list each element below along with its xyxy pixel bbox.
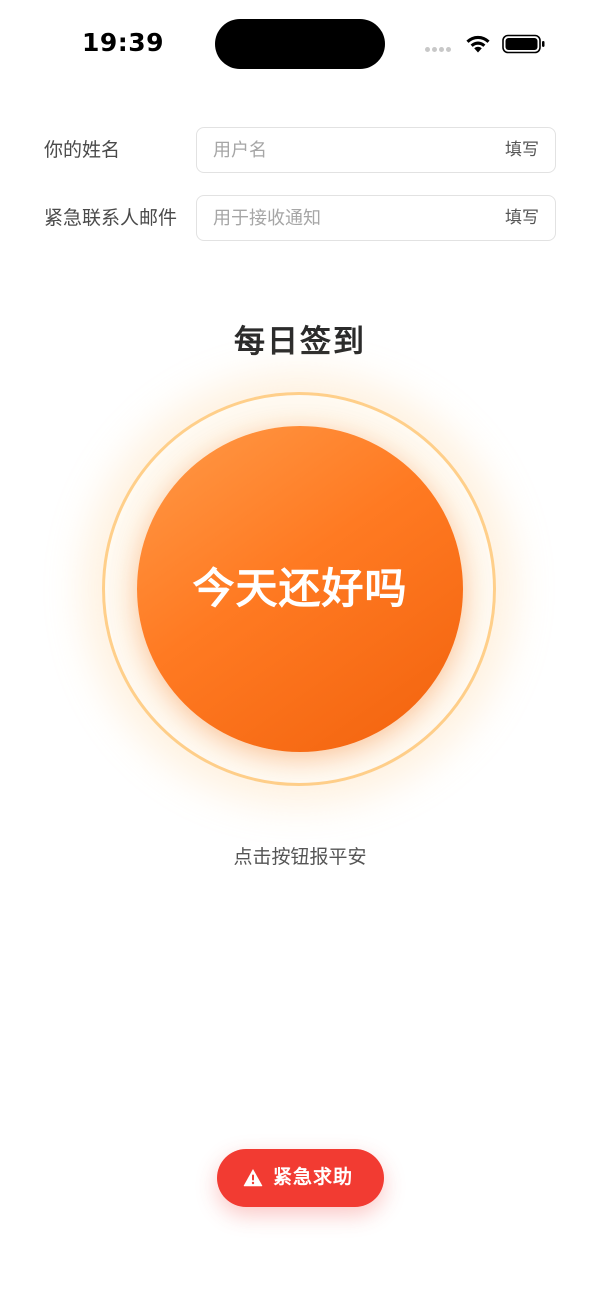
name-input[interactable] (213, 128, 483, 172)
name-row: 你的姓名 填写 (44, 127, 556, 173)
emergency-email-input[interactable] (213, 196, 483, 240)
status-bar: 19:39 (0, 0, 600, 90)
app-screen: 19:39 你的姓名 填写 紧急联系人邮件 填写 每日签到 (0, 0, 600, 1300)
dynamic-island (215, 19, 385, 69)
emergency-email-label: 紧急联系人邮件 (44, 207, 178, 229)
emergency-help-label: 紧急求助 (273, 1167, 354, 1188)
wifi-icon (466, 35, 490, 53)
emergency-email-fill-button[interactable]: 填写 (505, 196, 539, 240)
emergency-email-input-box[interactable]: 填写 (196, 195, 556, 241)
checkin-button-label: 今天还好吗 (192, 565, 408, 612)
checkin-hint: 点击按钮报平安 (233, 846, 367, 868)
status-time: 19:39 (82, 28, 165, 57)
name-label: 你的姓名 (44, 139, 121, 161)
warning-icon (243, 1169, 263, 1187)
checkin-button[interactable]: 今天还好吗 (137, 426, 463, 752)
emergency-help-button[interactable]: 紧急求助 (217, 1149, 384, 1207)
battery-icon (502, 34, 545, 54)
cellular-signal-icon (425, 47, 457, 53)
name-input-box[interactable]: 填写 (196, 127, 556, 173)
checkin-title: 每日签到 (234, 324, 366, 360)
name-fill-button[interactable]: 填写 (505, 128, 539, 172)
emergency-email-row: 紧急联系人邮件 填写 (44, 195, 556, 241)
